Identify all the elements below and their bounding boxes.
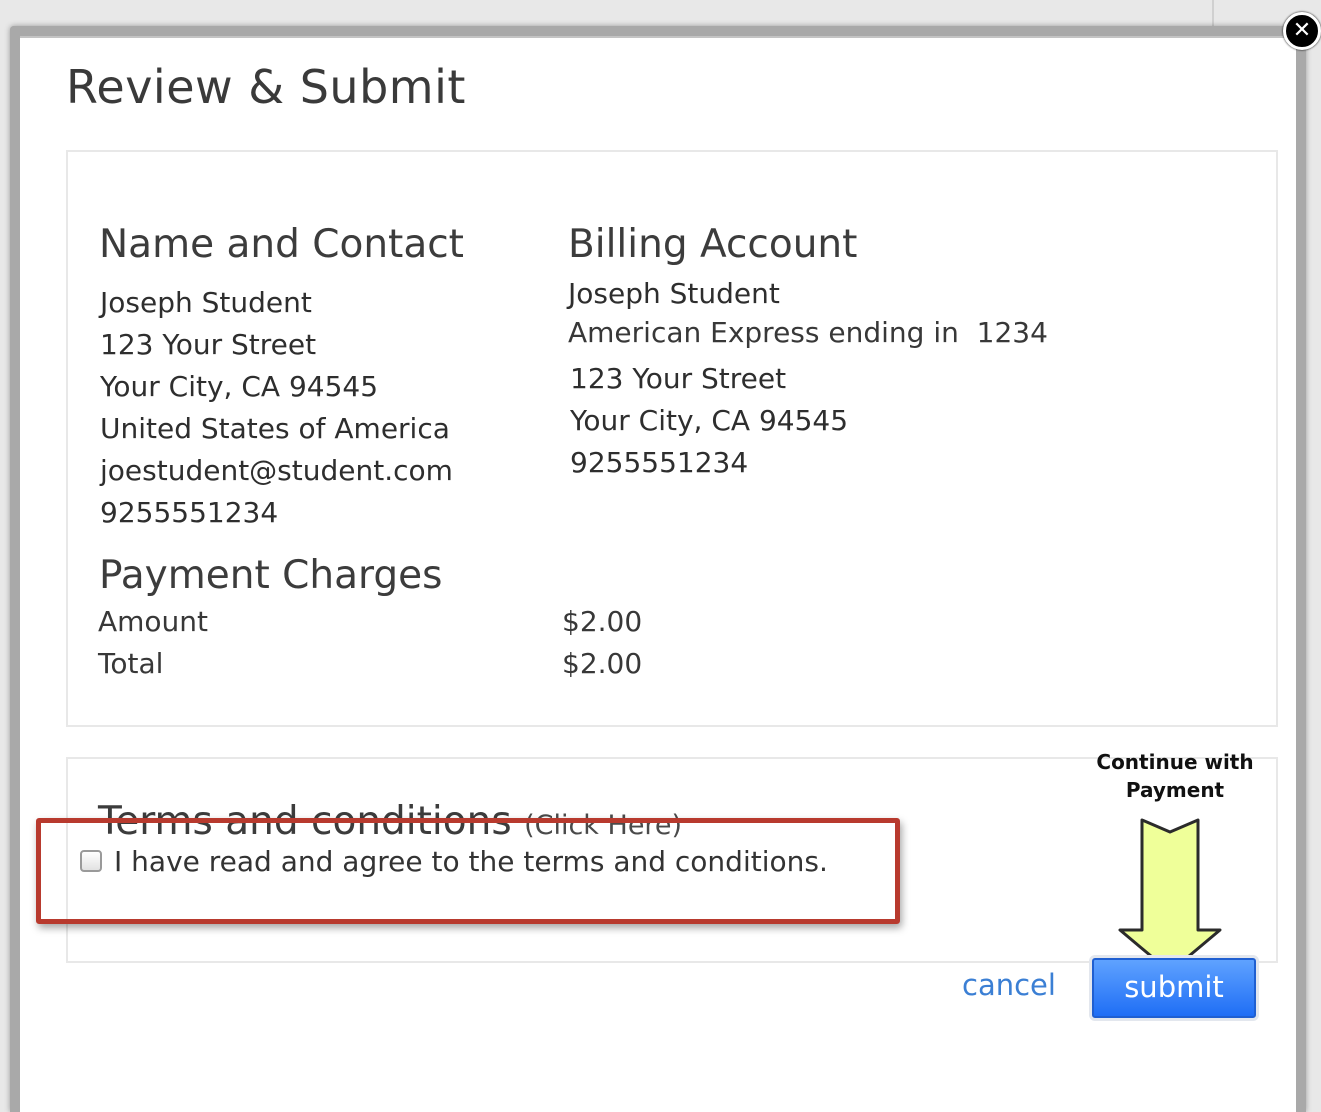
close-icon[interactable]: ✕ xyxy=(1283,12,1321,50)
billing-heading: Billing Account xyxy=(568,222,858,267)
billing-card-last4: 1234 xyxy=(976,316,1048,349)
callout-line: Continue with xyxy=(1096,750,1254,774)
charge-label: Amount xyxy=(98,605,209,638)
continue-callout: Continue with Payment xyxy=(1086,748,1264,804)
billing-line: Your City, CA 94545 xyxy=(570,404,849,437)
cancel-link[interactable]: cancel xyxy=(962,968,1056,1002)
charges-heading: Payment Charges xyxy=(99,553,443,598)
arrow-shape xyxy=(1118,818,1222,974)
billing-line: 9255551234 xyxy=(570,446,749,479)
contact-line: 123 Your Street xyxy=(100,328,317,361)
down-arrow-icon xyxy=(1118,818,1222,974)
charge-label: Total xyxy=(98,647,164,680)
contact-line: United States of America xyxy=(100,412,450,445)
contact-line: Joseph Student xyxy=(100,286,312,319)
billing-line: 123 Your Street xyxy=(570,362,787,395)
callout-line: Payment xyxy=(1125,778,1225,802)
billing-card: American Express ending in 1234 xyxy=(568,316,1048,349)
contact-line: Your City, CA 94545 xyxy=(100,370,379,403)
submit-button[interactable]: submit xyxy=(1092,958,1256,1018)
agree-checkbox[interactable] xyxy=(80,850,102,872)
dialog-body: Review & Submit Name and Contact Joseph … xyxy=(20,36,1296,1112)
charge-value: $2.00 xyxy=(562,605,643,638)
billing-name: Joseph Student xyxy=(568,277,780,310)
billing-card-label: American Express ending in xyxy=(568,316,959,349)
summary-panel: Name and Contact Joseph Student 123 Your… xyxy=(66,150,1278,727)
contact-line: joestudent@student.com xyxy=(100,454,453,487)
contact-heading: Name and Contact xyxy=(99,222,464,267)
charge-value: $2.00 xyxy=(562,647,643,680)
dialog-title: Review & Submit xyxy=(66,60,466,114)
agree-label[interactable]: I have read and agree to the terms and c… xyxy=(114,845,828,878)
contact-line: 9255551234 xyxy=(100,496,279,529)
